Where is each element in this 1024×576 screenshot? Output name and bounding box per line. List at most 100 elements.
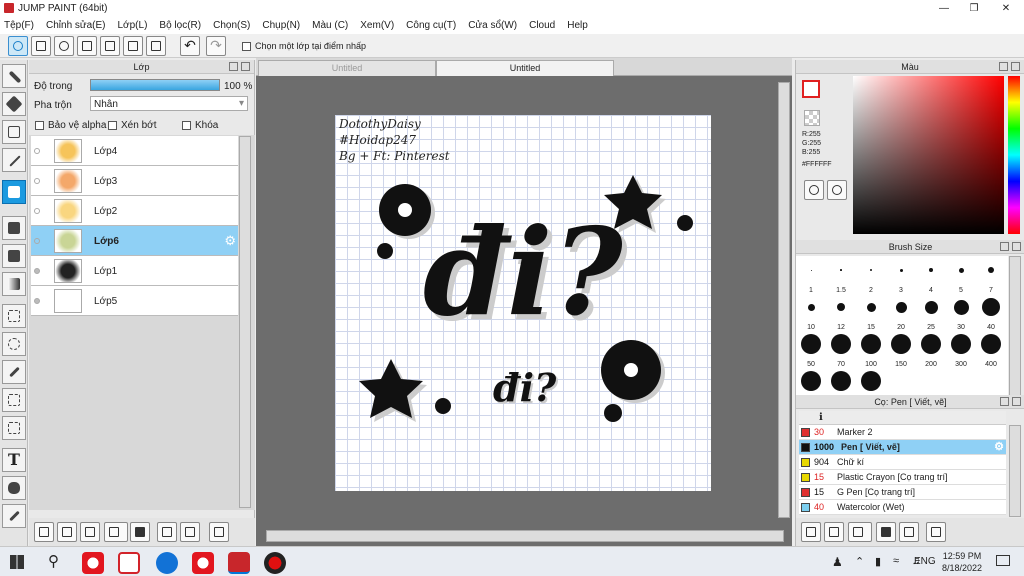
palette-button[interactable] — [804, 180, 824, 200]
redo-button[interactable]: ↷ — [206, 36, 226, 56]
panel-close-icon[interactable] — [1012, 242, 1021, 251]
search-icon[interactable]: ⚲ — [48, 552, 59, 570]
text-box-button[interactable] — [77, 36, 97, 56]
panel-restore-icon[interactable] — [999, 62, 1008, 71]
menu-capture[interactable]: Chụp(N) — [262, 20, 300, 31]
layer-row[interactable]: Lớp2 — [31, 196, 238, 226]
list-button[interactable] — [146, 36, 166, 56]
canvas-hscrollbar[interactable] — [266, 530, 784, 542]
tool-row[interactable]: 40 Watercolor (Wet) — [799, 500, 1006, 515]
brush-size-option[interactable]: 20 — [886, 295, 916, 331]
brush-size-option[interactable]: 1 — [796, 258, 826, 294]
saturation-value-picker[interactable] — [853, 76, 1004, 234]
menu-edit[interactable]: Chỉnh sửa(E) — [46, 20, 106, 31]
select-pen-tool[interactable] — [2, 388, 26, 412]
brush-size-option[interactable]: 2 — [856, 258, 886, 294]
lock-option[interactable]: Khóa — [182, 120, 218, 131]
brush-size-option[interactable]: 15 — [856, 295, 886, 331]
brush-tool[interactable] — [2, 64, 26, 88]
brush-size-option[interactable]: 40 — [976, 295, 1006, 331]
gear-icon[interactable]: ⚙ — [224, 233, 236, 249]
menu-help[interactable]: Help — [567, 20, 588, 31]
layer-row[interactable]: Lớp3 — [31, 166, 238, 196]
menu-window[interactable]: Cửa sổ(W) — [468, 20, 517, 31]
undo-button[interactable]: ↶ — [180, 36, 200, 56]
eraser-tool[interactable] — [2, 92, 26, 116]
cloud-sync-button[interactable] — [8, 36, 28, 56]
brush-size-option[interactable]: 300 — [946, 332, 976, 368]
panel-close-icon[interactable] — [241, 62, 250, 71]
brush-size-option[interactable]: 3 — [886, 258, 916, 294]
brush-size-option[interactable]: 5 — [946, 258, 976, 294]
select-layer-checkbox[interactable] — [242, 42, 251, 52]
gear-icon[interactable]: ⚙ — [994, 440, 1004, 454]
menu-select[interactable]: Chọn(S) — [213, 20, 250, 31]
brush-size-option[interactable]: 50 — [796, 332, 826, 368]
visibility-icon[interactable] — [34, 178, 40, 184]
hue-slider[interactable] — [1008, 76, 1020, 234]
zalo-icon[interactable] — [156, 552, 178, 574]
lock-checkbox[interactable] — [182, 120, 191, 130]
brush-size-option[interactable]: 4 — [916, 258, 946, 294]
brush-size-option[interactable]: 30 — [946, 295, 976, 331]
fill-rect-tool[interactable] — [2, 216, 26, 240]
brush-size-option[interactable]: 70 — [826, 332, 856, 368]
doc-tab-active[interactable]: Untitled — [436, 60, 614, 76]
blend-mode-select[interactable]: Nhân ▾ — [90, 96, 248, 111]
record-icon[interactable] — [264, 552, 286, 574]
select-layer-option[interactable]: Chọn một lớp tại điểm nhấp — [242, 41, 366, 52]
menu-tools[interactable]: Công cụ(T) — [406, 20, 456, 31]
brush-size-option[interactable]: 10 — [796, 295, 826, 331]
delete-layer-button[interactable] — [209, 522, 229, 542]
menu-file[interactable]: Tệp(F) — [4, 20, 34, 31]
layer-row[interactable]: Lớp5 — [31, 286, 238, 316]
opacity-slider[interactable] — [90, 79, 220, 91]
pages-button[interactable] — [123, 36, 143, 56]
brush-size-option[interactable]: 100 — [856, 332, 886, 368]
transparent-color-swatch[interactable] — [804, 110, 820, 126]
tool-settings-button[interactable] — [801, 522, 821, 542]
tool-duplicate-button[interactable] — [899, 522, 919, 542]
magic-wand-tool[interactable] — [2, 360, 26, 384]
layer-scrollbar[interactable] — [239, 136, 251, 508]
brush-size-option[interactable]: 12 — [826, 295, 856, 331]
move-tool[interactable] — [2, 180, 26, 204]
battery-icon[interactable]: ▮ — [875, 555, 881, 568]
wifi-icon[interactable]: ≈ — [893, 555, 899, 567]
tool-row-selected[interactable]: 1000 Pen [ Viết, vẽ] ⚙ — [799, 440, 1006, 455]
lasso-tool[interactable] — [2, 332, 26, 356]
panel-restore-icon[interactable] — [1000, 397, 1009, 406]
opera-gx-icon[interactable] — [192, 552, 214, 574]
menu-layer[interactable]: Lớp(L) — [118, 20, 148, 31]
language-indicator[interactable]: ENG — [914, 556, 936, 567]
layer-row-selected[interactable]: Lớp6 ⚙ — [31, 226, 238, 256]
menu-color[interactable]: Màu (C) — [312, 20, 348, 31]
tool-menu-button[interactable] — [848, 522, 872, 542]
clipping-checkbox[interactable] — [108, 120, 117, 130]
notification-icon[interactable] — [996, 555, 1010, 566]
visibility-icon[interactable] — [34, 238, 40, 244]
layer-row[interactable]: Lớp4 — [31, 136, 238, 166]
chevron-up-icon[interactable]: ⌃ — [855, 555, 864, 568]
menu-filter[interactable]: Bộ lọc(R) — [159, 20, 201, 31]
tool-row[interactable]: 30 Marker 2 — [799, 425, 1006, 440]
opera-icon[interactable] — [82, 552, 104, 574]
brush-size-option[interactable]: 25 — [916, 295, 946, 331]
hand-tool[interactable] — [2, 476, 26, 500]
foreground-color-swatch[interactable] — [802, 80, 820, 98]
brush-size-option[interactable]: 7 — [976, 258, 1006, 294]
bucket-tool[interactable] — [2, 244, 26, 268]
protect-alpha-option[interactable]: Bảo vệ alpha — [35, 120, 106, 131]
page-button[interactable] — [100, 36, 120, 56]
tool-row[interactable]: 15 G Pen [Cọ trang trí] — [799, 485, 1006, 500]
new-layer1-button[interactable] — [80, 522, 100, 542]
windows-start-icon[interactable] — [10, 555, 24, 569]
speech-bubble-button[interactable] — [54, 36, 74, 56]
palette-settings-button[interactable] — [827, 180, 847, 200]
shape-tool[interactable] — [2, 120, 26, 144]
visibility-icon[interactable] — [34, 298, 40, 304]
new-tool-button[interactable] — [824, 522, 844, 542]
tool-row[interactable]: 15 Plastic Crayon [Cọ trang trí] — [799, 470, 1006, 485]
rect-select-tool[interactable] — [2, 304, 26, 328]
close-button[interactable]: ✕ — [990, 0, 1022, 16]
